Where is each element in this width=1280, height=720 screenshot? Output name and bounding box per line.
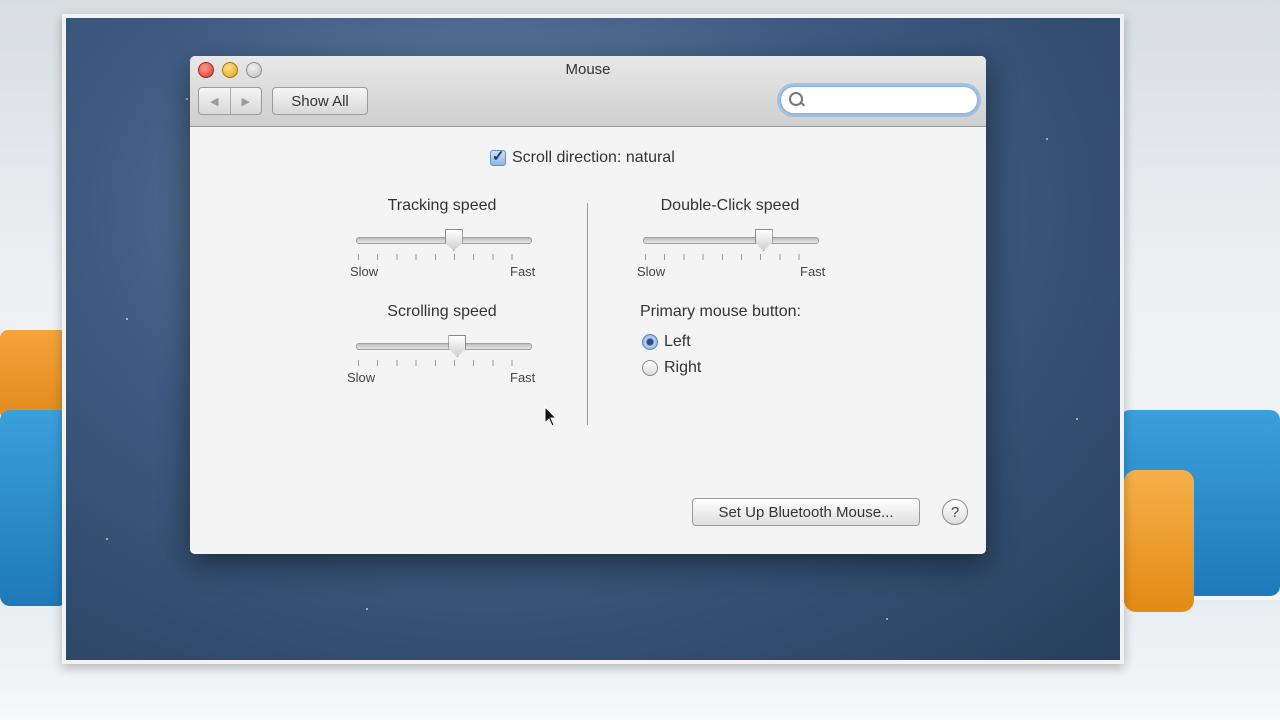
- back-icon[interactable]: ◀: [199, 88, 230, 114]
- double-click-slow-label: Slow: [637, 264, 666, 279]
- window-titlebar: Mouse ◀ ▶ Show All: [190, 56, 986, 127]
- right-radio-label: Right: [664, 359, 702, 376]
- primary-left-option[interactable]: Left: [642, 333, 691, 351]
- blue-sofa-left: [0, 410, 68, 606]
- tracking-slow-label: Slow: [350, 264, 379, 279]
- mouse-preferences-window: Mouse ◀ ▶ Show All Scroll direction: nat…: [190, 56, 986, 554]
- search-icon: [789, 92, 803, 106]
- double-click-speed-slider[interactable]: [643, 229, 819, 267]
- scrolling-speed-thumb[interactable]: [448, 335, 467, 357]
- scroll-direction-label: Scroll direction: natural: [512, 149, 675, 166]
- back-forward-group: ◀ ▶: [198, 87, 262, 115]
- orange-cushion-right: [1124, 470, 1194, 612]
- preferences-content: Scroll direction: natural Tracking speed…: [190, 127, 986, 554]
- left-radio[interactable]: [642, 334, 658, 350]
- tracking-speed-slider[interactable]: [356, 229, 532, 267]
- scrolling-fast-label: Fast: [510, 370, 536, 385]
- orange-cushion-left: [0, 330, 68, 420]
- setup-bluetooth-mouse-button[interactable]: Set Up Bluetooth Mouse...: [692, 498, 920, 526]
- section-divider: [587, 203, 588, 425]
- slider-track: [356, 237, 532, 244]
- help-button[interactable]: ?: [942, 499, 968, 525]
- primary-right-option[interactable]: Right: [642, 359, 701, 377]
- scroll-direction-option[interactable]: Scroll direction: natural: [490, 147, 675, 167]
- tracking-speed-label: Tracking speed: [387, 197, 497, 214]
- primary-mouse-button-label: Primary mouse button:: [640, 303, 801, 320]
- slider-ticks: [358, 360, 530, 366]
- tracking-speed-thumb[interactable]: [444, 229, 463, 251]
- search-field[interactable]: [780, 86, 978, 114]
- slider-track: [643, 237, 819, 244]
- show-all-button[interactable]: Show All: [272, 87, 368, 115]
- slider-ticks: [358, 254, 530, 260]
- slider-ticks: [645, 254, 817, 260]
- double-click-fast-label: Fast: [800, 264, 826, 279]
- forward-icon[interactable]: ▶: [229, 88, 262, 114]
- window-title: Mouse: [565, 61, 611, 78]
- slider-track: [356, 343, 532, 350]
- right-radio[interactable]: [642, 360, 658, 376]
- scroll-direction-checkbox[interactable]: [490, 147, 506, 166]
- scrolling-speed-slider[interactable]: [356, 335, 532, 373]
- tracking-fast-label: Fast: [510, 264, 536, 279]
- double-click-speed-thumb[interactable]: [754, 229, 773, 251]
- scrolling-speed-label: Scrolling speed: [387, 303, 497, 320]
- double-click-speed-label: Double-Click speed: [660, 197, 800, 214]
- left-radio-label: Left: [664, 333, 691, 350]
- scrolling-slow-label: Slow: [347, 370, 376, 385]
- search-input[interactable]: [807, 90, 971, 110]
